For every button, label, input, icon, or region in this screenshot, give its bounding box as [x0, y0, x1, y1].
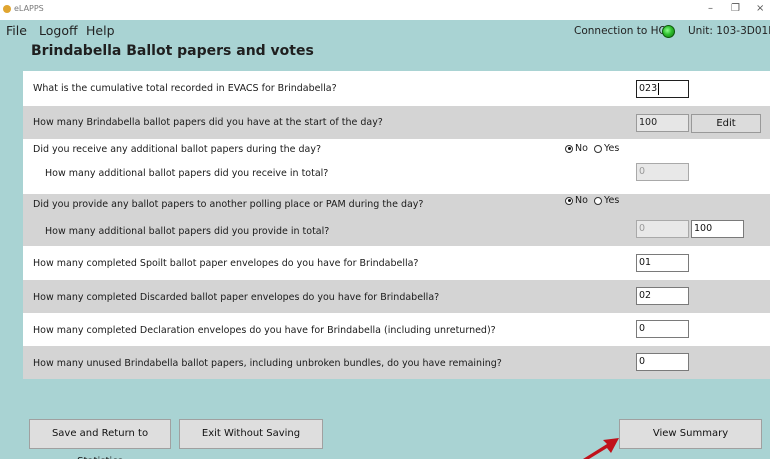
close-icon[interactable]: × [756, 3, 764, 14]
unused-papers-input[interactable]: 0 [636, 353, 689, 371]
menu-logoff[interactable]: Logoff [39, 23, 78, 38]
provided-no-radio[interactable] [565, 196, 573, 205]
question-label: Did you provide any ballot papers to ano… [33, 199, 424, 210]
question-row-unused: How many unused Brindabella ballot paper… [23, 346, 770, 379]
app-logo-icon [3, 5, 11, 13]
discarded-envelopes-input[interactable]: 02 [636, 287, 689, 305]
window-title: eLAPPS [14, 4, 44, 13]
connection-status-icon [662, 25, 675, 38]
question-label: How many completed Spoilt ballot paper e… [33, 258, 419, 269]
edit-button[interactable]: Edit [691, 114, 761, 133]
save-and-return-button[interactable]: Save and Return to Statistics [29, 419, 171, 459]
maximize-icon[interactable]: ❐ [731, 3, 740, 14]
evacs-total-input[interactable]: 023 [636, 80, 689, 98]
question-label: Did you receive any additional ballot pa… [33, 144, 321, 155]
menu-help[interactable]: Help [86, 23, 115, 38]
minimize-icon[interactable]: – [708, 3, 713, 14]
question-row-start-of-day: How many Brindabella ballot papers did y… [23, 106, 770, 139]
received-yes-radio[interactable] [593, 144, 602, 153]
window-titlebar: eLAPPS – ❐ × [0, 0, 770, 20]
exit-without-saving-button[interactable]: Exit Without Saving [179, 419, 323, 449]
question-label: How many completed Discarded ballot pape… [33, 292, 440, 303]
question-row-spoilt: How many completed Spoilt ballot paper e… [23, 246, 770, 280]
received-no-radio[interactable] [565, 144, 573, 153]
provided-radio-group: No Yes [565, 195, 622, 206]
question-row-provided-additional: Did you provide any ballot papers to ano… [23, 194, 770, 246]
view-summary-button[interactable]: View Summary [619, 419, 762, 449]
question-label: How many completed Declaration envelopes… [33, 325, 496, 336]
declaration-envelopes-input[interactable]: 0 [636, 320, 689, 338]
question-row-declaration: How many completed Declaration envelopes… [23, 313, 770, 346]
question-label: How many additional ballot papers did yo… [45, 226, 330, 237]
question-row-evacs-total: What is the cumulative total recorded in… [23, 71, 770, 106]
menu-file[interactable]: File [6, 23, 27, 38]
connection-label: Connection to HQ: [574, 25, 671, 37]
received-total-input[interactable]: 0 [636, 163, 689, 181]
menu-bar: File Logoff Help Connection to HQ: Unit:… [0, 20, 770, 42]
received-radio-group: No Yes [565, 143, 622, 154]
annotation-arrow-icon [583, 438, 619, 459]
question-label: What is the cumulative total recorded in… [33, 83, 337, 94]
question-label: How many additional ballot papers did yo… [45, 168, 329, 179]
question-row-discarded: How many completed Discarded ballot pape… [23, 280, 770, 313]
start-of-day-input: 100 [636, 114, 689, 132]
question-label: How many Brindabella ballot papers did y… [33, 117, 383, 128]
spoilt-envelopes-input[interactable]: 01 [636, 254, 689, 272]
question-row-received-additional: Did you receive any additional ballot pa… [23, 139, 770, 194]
provided-total-input[interactable]: 0 [636, 220, 689, 238]
provided-remaining-field[interactable]: 100 [691, 220, 744, 238]
question-label: How many unused Brindabella ballot paper… [33, 358, 502, 369]
unit-label: Unit: 103-3D01DC [688, 25, 770, 37]
page-title: Brindabella Ballot papers and votes [31, 43, 314, 59]
provided-yes-radio[interactable] [593, 196, 602, 205]
